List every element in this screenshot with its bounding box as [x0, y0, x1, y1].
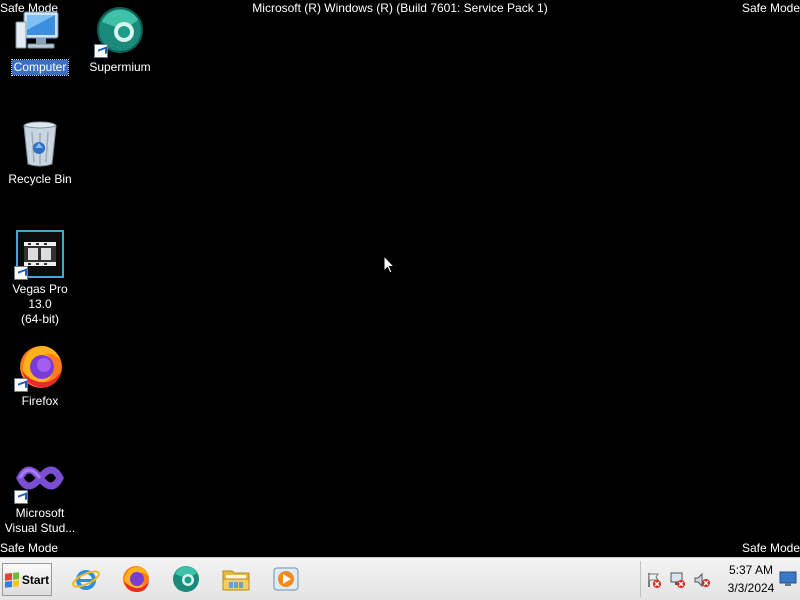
show-desktop-icon[interactable]	[779, 571, 797, 587]
vegas-pro-icon	[14, 228, 66, 280]
taskbar-supermium[interactable]	[166, 562, 206, 596]
desktop-icon-label: Microsoft Visual Stud...	[4, 506, 76, 535]
desktop-icon-label: Vegas Pro 13.0 (64-bit)	[12, 282, 68, 326]
folder-icon	[222, 570, 250, 591]
taskbar-windows-explorer[interactable]	[216, 562, 256, 596]
shortcut-arrow-icon	[14, 490, 28, 504]
mouse-cursor-icon	[383, 255, 395, 274]
clock-time[interactable]: 5:37 AM	[721, 563, 781, 577]
media-player-icon	[273, 567, 299, 591]
clock-date[interactable]: 3/3/2024	[721, 581, 781, 595]
desktop-icon-label: Recycle Bin	[8, 172, 72, 186]
supermium-icon	[173, 566, 199, 592]
action-center-flag-icon[interactable]	[645, 571, 663, 589]
desktop-icon-visual-studio[interactable]: Microsoft Visual Stud...	[2, 452, 78, 537]
windows-logo-icon	[4, 571, 19, 588]
taskbar-internet-explorer[interactable]	[66, 562, 106, 596]
desktop-icon-supermium[interactable]: Supermium	[82, 6, 158, 76]
taskbar-media-player[interactable]	[266, 562, 306, 596]
desktop-icon-firefox[interactable]: Firefox	[2, 340, 78, 410]
desktop[interactable]: Safe Mode Microsoft (R) Windows (R) (Bui…	[0, 0, 800, 557]
shortcut-arrow-icon	[14, 378, 28, 392]
safe-mode-label-bottom-left: Safe Mode	[0, 541, 59, 555]
supermium-icon	[94, 6, 146, 58]
desktop-icon-label: Firefox	[21, 394, 59, 408]
shortcut-arrow-icon	[14, 266, 28, 280]
start-button[interactable]: Start	[2, 563, 52, 596]
recycle-bin-icon	[14, 118, 66, 170]
shortcut-arrow-icon	[94, 44, 108, 58]
taskbar: Start 5:37 AM 3/3/2024	[0, 557, 800, 600]
desktop-icon-label: Computer	[10, 59, 70, 76]
desktop-icon-recycle-bin[interactable]: Recycle Bin	[2, 118, 78, 188]
start-label: Start	[21, 572, 50, 587]
internet-explorer-icon	[72, 570, 100, 590]
network-error-icon[interactable]	[669, 571, 687, 589]
computer-icon	[14, 6, 66, 58]
firefox-icon	[14, 340, 66, 392]
desktop-icon-label: Supermium	[89, 60, 151, 74]
desktop-icon-vegas-pro[interactable]: Vegas Pro 13.0 (64-bit)	[2, 228, 78, 328]
system-tray: 5:37 AM 3/3/2024	[640, 561, 799, 597]
desktop-icon-computer[interactable]: Computer	[2, 6, 78, 76]
taskbar-firefox[interactable]	[116, 562, 156, 596]
visual-studio-icon	[14, 452, 66, 504]
safe-mode-label-bottom-right: Safe Mode	[741, 541, 800, 555]
firefox-icon	[123, 566, 149, 592]
safe-mode-label-top-right: Safe Mode	[741, 1, 800, 15]
volume-muted-icon[interactable]	[693, 571, 711, 589]
